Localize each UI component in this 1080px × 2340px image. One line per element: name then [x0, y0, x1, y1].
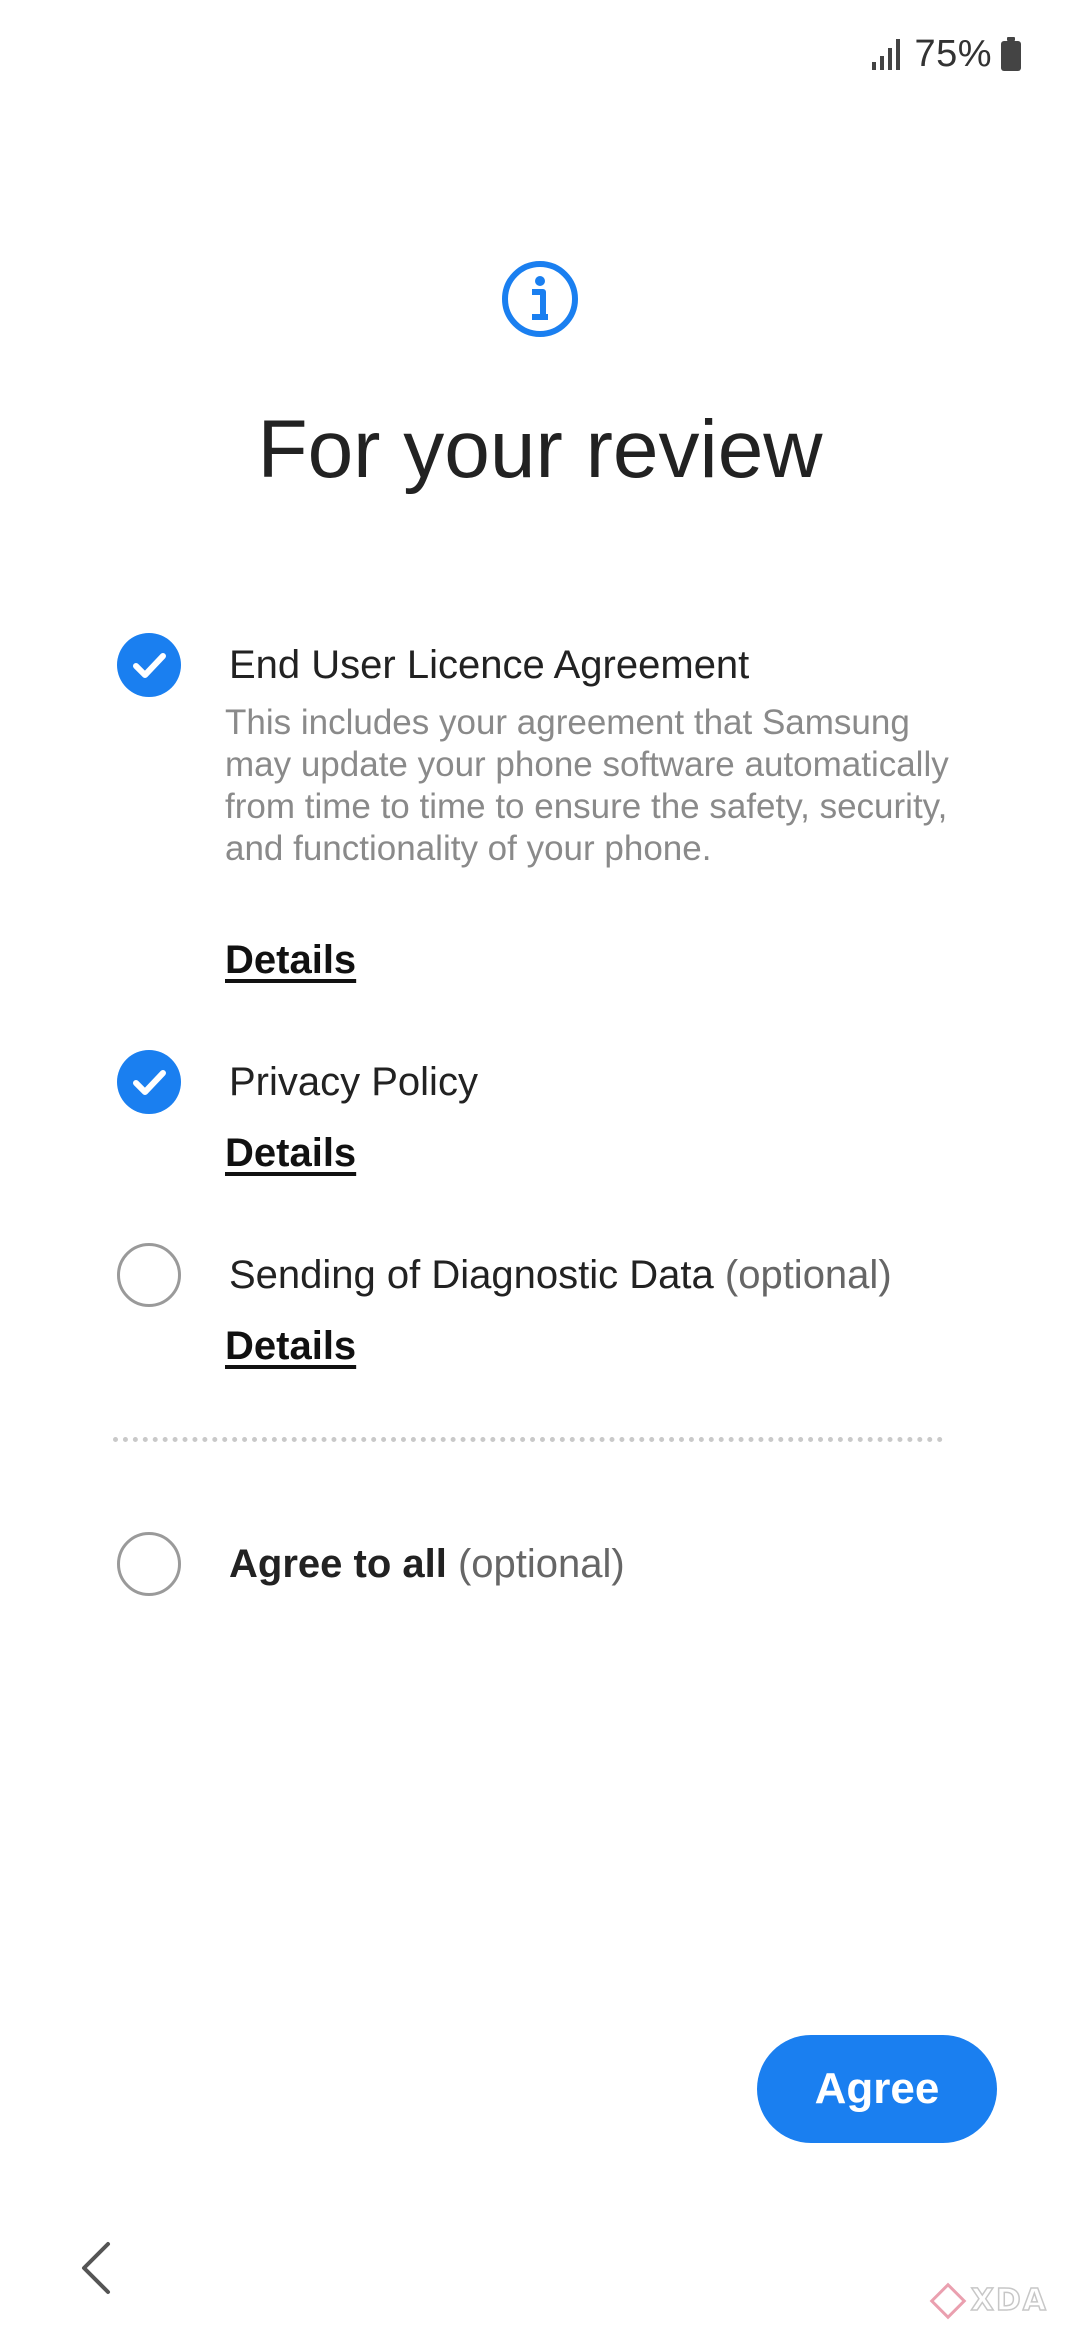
checkmark-icon — [133, 1070, 166, 1095]
diagnostic-data-checkbox[interactable] — [117, 1243, 181, 1307]
eula-description: This includes your agreement that Samsun… — [225, 703, 949, 868]
page-title: For your review — [257, 404, 823, 495]
xda-watermark: XDA — [929, 2282, 1048, 2319]
checkmark-icon — [133, 653, 166, 678]
privacy-policy-title-text: Privacy Policy — [229, 1060, 478, 1104]
info-icon — [502, 261, 578, 337]
signal-icon — [872, 39, 901, 70]
eula-title-text: End User Licence Agreement — [229, 643, 750, 687]
battery-percent: 75% — [914, 32, 992, 75]
chevron-left-icon — [82, 2242, 110, 2294]
eula-title[interactable]: End User Licence Agreement — [229, 640, 749, 690]
optional-label: (optional) — [457, 1542, 625, 1586]
battery-icon — [1001, 37, 1021, 71]
privacy-policy-checkbox[interactable] — [117, 1050, 181, 1114]
xda-logo-icon — [929, 2282, 967, 2319]
agree-all-title[interactable]: Agree to all (optional) — [229, 1539, 625, 1589]
agree-all-title-text: Agree to all — [229, 1542, 447, 1586]
diagnostic-data-title[interactable]: Sending of Diagnostic Data (optional) — [229, 1250, 892, 1300]
agree-all-checkbox[interactable] — [117, 1532, 181, 1596]
diagnostic-data-title-text: Sending of Diagnostic Data — [229, 1253, 714, 1297]
eula-checkbox[interactable] — [117, 633, 181, 697]
privacy-policy-title[interactable]: Privacy Policy — [229, 1057, 478, 1107]
watermark-text: XDA — [970, 2282, 1048, 2319]
agree-button[interactable]: Agree — [757, 2035, 997, 2143]
back-button[interactable] — [70, 2240, 126, 2296]
privacy-policy-details-link[interactable]: Details — [225, 1128, 356, 1178]
dotted-divider — [113, 1437, 943, 1442]
optional-label: (optional) — [724, 1253, 892, 1297]
diagnostic-data-details-link[interactable]: Details — [225, 1321, 356, 1371]
status-bar: 75% — [870, 26, 1022, 82]
eula-details-link[interactable]: Details — [225, 935, 356, 985]
